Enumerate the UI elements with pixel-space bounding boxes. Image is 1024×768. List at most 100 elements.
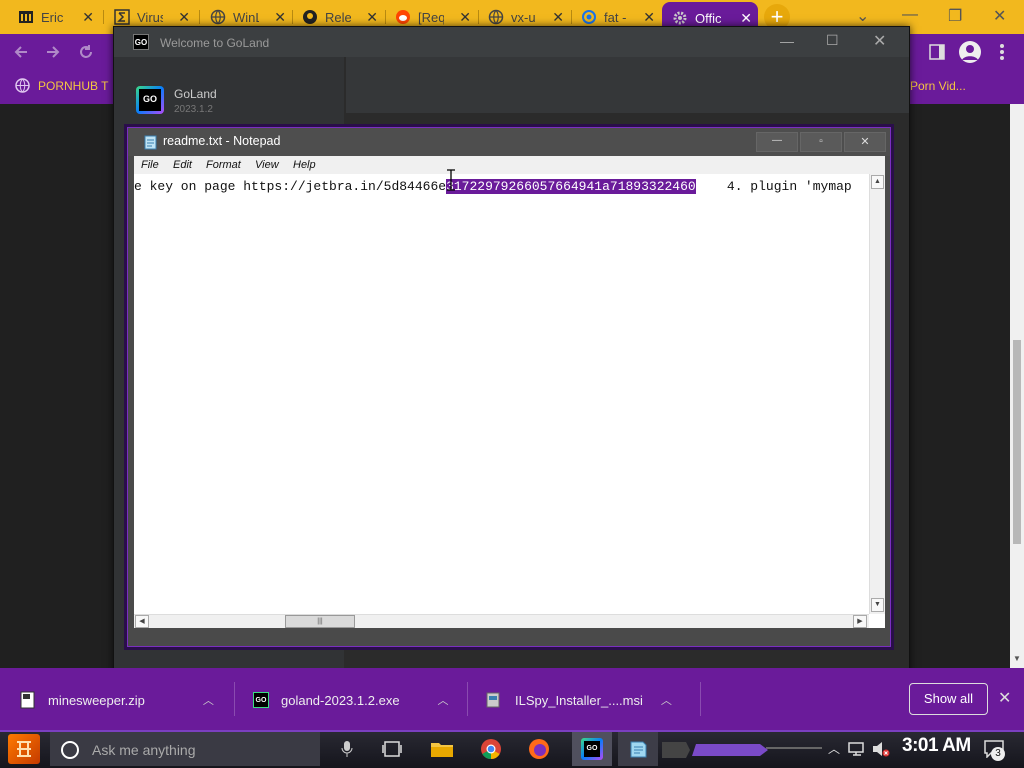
goland-logo-text: GO	[139, 89, 161, 111]
chevron-up-icon[interactable]: ︿	[828, 740, 840, 757]
download-item-goland[interactable]: GO goland-2023.1.2.exe ︿	[253, 688, 449, 712]
back-arrow-icon[interactable]	[12, 43, 30, 61]
more-menu-icon[interactable]	[998, 43, 1006, 61]
tab-eric[interactable]: Eric ✕	[8, 4, 100, 30]
close-icon[interactable]: ✕	[873, 31, 886, 51]
download-filename: ILSpy_Installer_....msi	[515, 692, 643, 708]
close-window-icon[interactable]: ✕	[993, 6, 1006, 26]
tab-label: Offic	[695, 10, 721, 26]
scrollbar-thumb[interactable]	[1013, 340, 1021, 544]
file-explorer-icon[interactable]	[430, 739, 454, 759]
close-icon[interactable]: ✕	[459, 9, 471, 26]
close-button[interactable]: ✕	[844, 132, 886, 152]
close-icon[interactable]: ✕	[740, 10, 752, 27]
menu-help[interactable]: Help	[293, 159, 316, 171]
tab-label: WinL	[233, 9, 259, 25]
goland-version: 2023.1.2	[174, 104, 213, 113]
task-view-icon[interactable]	[382, 740, 402, 758]
forward-arrow-icon[interactable]	[44, 43, 62, 61]
scroll-down-arrow-icon[interactable]: ▼	[1013, 654, 1021, 663]
close-icon[interactable]: ✕	[178, 9, 190, 26]
reddit-icon	[395, 9, 411, 25]
notepad-window: readme.txt - Notepad — ▫ ✕ File Edit For…	[127, 127, 891, 647]
profile-avatar-icon[interactable]	[958, 40, 982, 64]
msi-installer-icon	[486, 692, 500, 708]
menu-format[interactable]: Format	[206, 159, 241, 171]
page-scrollbar[interactable]: ▼	[1010, 104, 1024, 668]
close-icon[interactable]: ✕	[82, 9, 94, 26]
notepad-text-area[interactable]: e key on page https://jetbra.in/5d84466e…	[134, 169, 885, 628]
tab-search-chevron-icon[interactable]: ⌄	[856, 6, 869, 26]
taskbar-decoration	[662, 742, 822, 758]
system-clock[interactable]: 3:01 AM	[902, 735, 971, 757]
github-icon	[302, 9, 318, 25]
download-item-ilspy[interactable]: ILSpy_Installer_....msi ︿	[485, 688, 672, 712]
notification-count-badge: 3	[991, 747, 1005, 761]
divider	[234, 682, 235, 716]
globe-icon	[15, 78, 30, 93]
goland-main-header	[346, 57, 909, 113]
close-icon[interactable]: ✕	[366, 9, 378, 26]
bookmark-pornhub[interactable]: PORNHUB T	[38, 79, 113, 93]
start-logo-icon	[17, 741, 31, 757]
goland-window-title: Welcome to GoLand	[160, 36, 270, 50]
start-button[interactable]	[8, 734, 40, 764]
minimize-button[interactable]: —	[756, 132, 798, 152]
notepad-horizontal-scrollbar[interactable]: ◀ ||| ▶	[134, 614, 869, 628]
reload-icon[interactable]	[77, 43, 95, 61]
menu-edit[interactable]: Edit	[173, 159, 192, 171]
close-icon[interactable]: ✕	[274, 9, 286, 26]
notepad-title-bar: readme.txt - Notepad — ▫ ✕	[128, 128, 890, 156]
network-icon[interactable]	[848, 741, 866, 757]
scroll-right-arrow-icon[interactable]: ▶	[853, 615, 867, 628]
goland-installer-icon: GO	[253, 692, 269, 708]
goland-small-logo-icon: GO	[133, 34, 149, 50]
maximize-button[interactable]: ▫	[800, 132, 842, 152]
divider	[700, 682, 701, 716]
menu-view[interactable]: View	[255, 159, 279, 171]
text-cursor-ibeam-icon	[447, 169, 455, 191]
goland-product-name: GoLand	[174, 87, 217, 101]
bookmark-porn-vid[interactable]: Porn Vid...	[910, 79, 966, 93]
close-icon[interactable]: ✕	[552, 9, 564, 26]
notepad-vertical-scrollbar[interactable]: ▲ ▼	[869, 174, 885, 614]
menu-file[interactable]: File	[141, 159, 159, 171]
globe-icon	[210, 9, 226, 25]
close-icon[interactable]: ✕	[643, 9, 655, 26]
notepad-title: readme.txt - Notepad	[163, 134, 281, 148]
download-item-minesweeper[interactable]: minesweeper.zip ︿	[20, 688, 214, 712]
notepad-icon	[630, 741, 647, 758]
notepad-icon	[144, 135, 157, 150]
goland-title-bar: GO Welcome to GoLand — ☐ ✕	[114, 27, 909, 57]
volume-muted-icon[interactable]	[872, 741, 890, 757]
selected-text[interactable]: 31722979266057664941a71893322460	[446, 179, 696, 194]
minimize-icon[interactable]: —	[780, 33, 794, 49]
chevron-up-icon[interactable]: ︿	[661, 692, 672, 708]
scroll-left-arrow-icon[interactable]: ◀	[135, 615, 149, 628]
chevron-up-icon[interactable]: ︿	[203, 692, 214, 708]
tab-label: Virus	[137, 9, 163, 25]
sidebar-icon[interactable]	[929, 44, 945, 60]
maximize-icon[interactable]: ☐	[826, 32, 839, 49]
divider	[467, 682, 468, 716]
minimize-icon[interactable]: —	[902, 6, 918, 24]
goland-icon-text: GO	[584, 741, 600, 757]
chevron-up-icon[interactable]: ︿	[438, 692, 449, 708]
scrollbar-thumb[interactable]: |||	[285, 615, 355, 628]
cortana-search-box[interactable]: Ask me anything	[50, 732, 320, 766]
close-download-bar-icon[interactable]: ✕	[998, 688, 1011, 708]
microphone-icon[interactable]	[340, 740, 354, 758]
tab-label: Relea	[325, 9, 351, 25]
scroll-up-arrow-icon[interactable]: ▲	[871, 175, 884, 189]
goland-taskbar-button[interactable]: GO	[572, 732, 612, 766]
show-all-button[interactable]: Show all	[909, 683, 988, 715]
download-filename: minesweeper.zip	[48, 692, 145, 708]
tab-label: vx-u	[511, 9, 536, 25]
notepad-taskbar-button[interactable]	[618, 732, 658, 766]
firefox-icon[interactable]	[528, 738, 550, 760]
text-line: e key on page https://jetbra.in/5d84466e…	[134, 178, 869, 196]
zip-file-icon	[20, 691, 35, 709]
chrome-icon[interactable]	[480, 738, 502, 760]
restore-icon[interactable]: ❐	[948, 6, 962, 26]
scroll-down-arrow-icon[interactable]: ▼	[871, 598, 884, 612]
